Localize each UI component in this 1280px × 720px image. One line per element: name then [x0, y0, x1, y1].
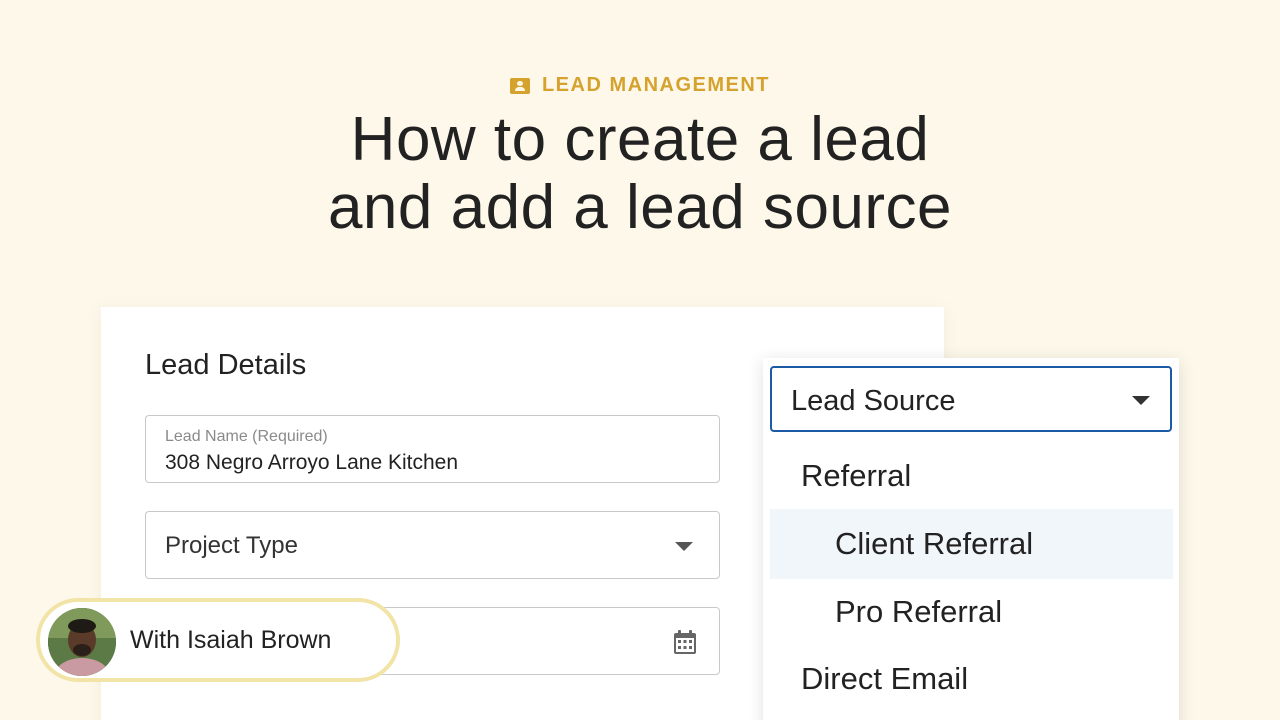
page-title: How to create a lead and add a lead sour…: [0, 106, 1280, 242]
page-title-line-2: and add a lead source: [327, 173, 953, 242]
lead-source-option-pro-referral[interactable]: Pro Referral: [770, 577, 1173, 647]
chevron-down-icon: [1132, 396, 1150, 405]
project-type-select[interactable]: Project Type: [145, 511, 720, 579]
chevron-down-icon: [675, 542, 693, 551]
lead-source-option-client-referral[interactable]: Client Referral: [770, 509, 1173, 579]
category-label: LEAD MANAGEMENT: [541, 74, 771, 96]
lead-source-label: Lead Source: [791, 385, 956, 417]
presenter-name: With Isaiah Brown: [130, 626, 332, 654]
contact-card-icon: [509, 77, 530, 94]
avatar: [48, 608, 116, 676]
lead-source-option-referral[interactable]: Referral: [770, 441, 1173, 511]
lead-name-field[interactable]: Lead Name (Required) 308 Negro Arroyo La…: [145, 415, 720, 483]
page-title-line-1: How to create a lead: [350, 105, 930, 174]
lead-source-select[interactable]: Lead Source: [770, 366, 1172, 432]
category-eyebrow: LEAD MANAGEMENT: [0, 74, 1280, 97]
lead-source-option-direct-email[interactable]: Direct Email: [770, 644, 1173, 714]
lead-details-title: Lead Details: [145, 349, 307, 381]
project-type-placeholder: Project Type: [165, 532, 298, 559]
calendar-icon[interactable]: [673, 630, 697, 655]
lead-name-label: Lead Name (Required): [165, 428, 328, 445]
presenter-badge: With Isaiah Brown: [36, 598, 400, 682]
lead-name-value[interactable]: 308 Negro Arroyo Lane Kitchen: [165, 451, 458, 475]
